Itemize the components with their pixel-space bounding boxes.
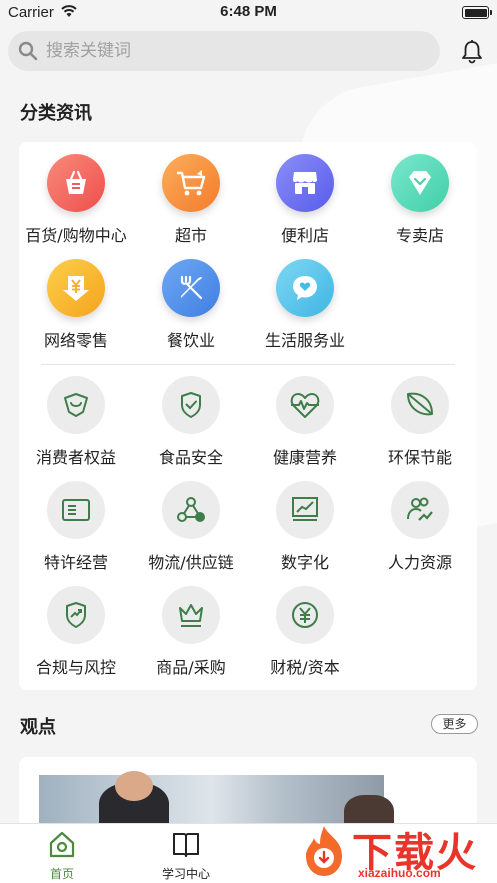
topic-item-merchandise[interactable]: 商品/采购	[134, 586, 248, 678]
topic-item-digitalization[interactable]: 数字化	[248, 481, 362, 573]
tab-label: 学习中心	[161, 867, 210, 881]
category-item-life-services[interactable]: 生活服务业	[248, 259, 362, 351]
topic-label: 健康营养	[272, 448, 337, 467]
watermark-logo: 下载火 xiazaihuo.com	[292, 820, 497, 883]
tab-label: 首页	[49, 867, 74, 881]
shopping-cart-icon	[162, 154, 220, 212]
battery-icon	[462, 6, 492, 19]
crown-icon	[162, 586, 220, 644]
more-button[interactable]: 更多	[431, 714, 478, 734]
topic-label: 环保节能	[387, 448, 452, 467]
search-input[interactable]	[46, 41, 406, 61]
category-item-catering[interactable]: 餐饮业	[134, 259, 248, 351]
topic-label: 食品安全	[158, 448, 223, 467]
tab-learning-center[interactable]: 学习中心	[136, 830, 236, 882]
topic-label: 消费者权益	[35, 448, 116, 467]
topic-label: 人力资源	[387, 553, 452, 572]
category-divider	[41, 364, 455, 365]
shield-check-icon	[162, 376, 220, 434]
category-item-department-store[interactable]: 百货/购物中心	[19, 154, 133, 246]
opinion-section-title: 观点	[20, 717, 56, 738]
category-label: 便利店	[280, 226, 329, 245]
topic-item-health-nutrition[interactable]: 健康营养	[248, 376, 362, 468]
topic-label: 物流/供应链	[148, 553, 234, 572]
diamond-icon	[391, 154, 449, 212]
category-label: 专卖店	[395, 226, 444, 245]
category-item-online-retail[interactable]: 网络零售	[19, 259, 133, 351]
topic-item-finance-tax[interactable]: 财税/资本	[248, 586, 362, 678]
yuan-circle-icon	[276, 586, 334, 644]
heart-pulse-icon	[276, 376, 334, 434]
clock: 6:48 PM	[220, 3, 277, 20]
search-icon	[18, 41, 38, 61]
topic-item-food-safety[interactable]: 食品安全	[134, 376, 248, 468]
topic-item-compliance[interactable]: 合规与风控	[19, 586, 133, 678]
category-label: 网络零售	[43, 331, 108, 350]
chart-monitor-icon	[276, 481, 334, 539]
topic-item-franchise[interactable]: 特许经营	[19, 481, 133, 573]
topic-item-consumer-rights[interactable]: 消费者权益	[19, 376, 133, 468]
topic-label: 商品/采购	[156, 658, 226, 677]
category-item-convenience-store[interactable]: 便利店	[248, 154, 362, 246]
category-section-title: 分类资讯	[20, 103, 92, 124]
shield-smile-icon	[47, 376, 105, 434]
people-growth-icon	[391, 481, 449, 539]
topic-label: 数字化	[280, 553, 329, 572]
category-label: 超市	[174, 226, 207, 245]
yuan-download-icon	[47, 259, 105, 317]
store-icon	[276, 154, 334, 212]
opinion-card[interactable]	[19, 757, 477, 827]
topic-item-logistics[interactable]: 物流/供应链	[134, 481, 248, 573]
topic-label: 财税/资本	[270, 658, 340, 677]
bell-icon[interactable]	[458, 38, 486, 66]
tab-home[interactable]: 首页	[12, 830, 112, 882]
heart-chat-icon	[276, 259, 334, 317]
book-icon	[173, 833, 199, 857]
category-item-specialty-store[interactable]: 专卖店	[363, 154, 477, 246]
id-card-icon	[47, 481, 105, 539]
category-label: 餐饮业	[166, 331, 215, 350]
home-icon	[49, 831, 75, 858]
search-bar[interactable]	[8, 31, 440, 71]
topic-label: 合规与风控	[35, 658, 116, 677]
shopping-basket-icon	[47, 154, 105, 212]
fork-knife-icon	[162, 259, 220, 317]
category-label: 百货/购物中心	[25, 226, 127, 245]
topic-label: 特许经营	[43, 553, 108, 572]
topic-item-human-resources[interactable]: 人力资源	[363, 481, 477, 573]
status-bar: Carrier 6:48 PM	[0, 0, 497, 26]
network-nodes-icon	[162, 481, 220, 539]
fire-logo-icon	[306, 826, 342, 876]
topic-item-environmental[interactable]: 环保节能	[363, 376, 477, 468]
shield-trend-icon	[47, 586, 105, 644]
category-label: 生活服务业	[264, 331, 345, 350]
watermark-subtext: xiazaihuo.com	[358, 866, 441, 880]
leaf-icon	[391, 376, 449, 434]
category-item-supermarket[interactable]: 超市	[134, 154, 248, 246]
